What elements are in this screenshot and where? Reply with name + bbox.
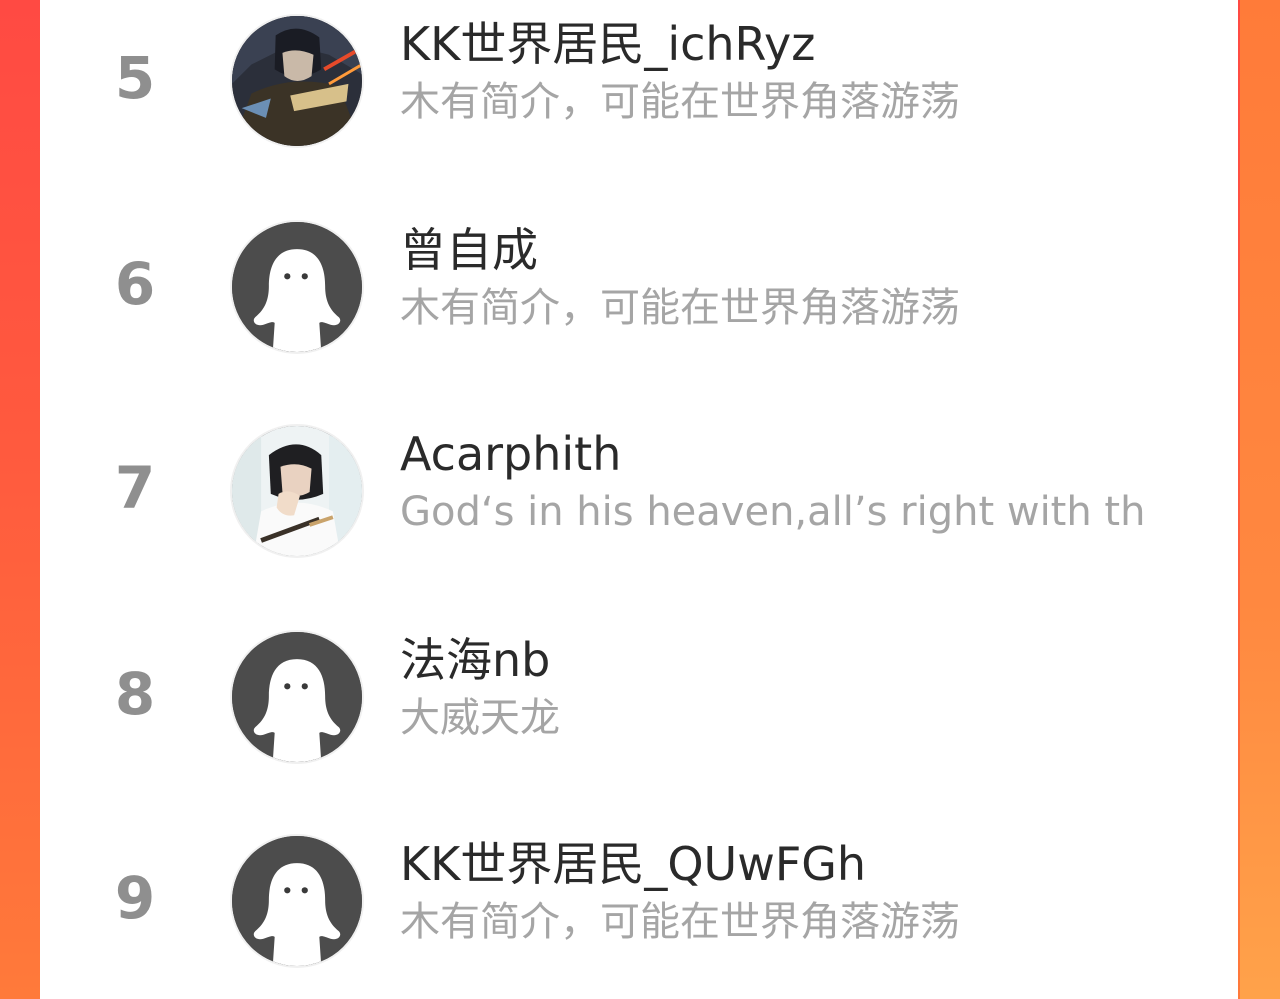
rank-number: 9 (114, 864, 156, 932)
default-ghost-avatar-icon (232, 632, 362, 762)
leaderboard-row[interactable]: 9 KK世界居民_QUwFGh 木有简介，可能在世界角落游荡 (40, 826, 1238, 976)
background-right-gradient (1240, 0, 1280, 999)
default-ghost-avatar-icon (232, 836, 362, 966)
user-bio: 大威天龙 (400, 695, 560, 741)
avatar[interactable] (230, 14, 364, 148)
user-name: KK世界居民_ichRyz (400, 17, 816, 71)
avatar[interactable] (230, 424, 364, 558)
leaderboard-panel: 5 KK世界居民_ichRyz 木有简介，可能在世界角落游荡 6 曾自成 木有简… (40, 0, 1238, 999)
user-name: KK世界居民_QUwFGh (400, 837, 867, 891)
user-name: 曾自成 (400, 223, 538, 277)
rank-number: 7 (114, 454, 156, 522)
leaderboard-row[interactable]: 6 曾自成 木有简介，可能在世界角落游荡 (40, 212, 1238, 362)
leaderboard-row[interactable]: 8 法海nb 大威天龙 (40, 622, 1238, 772)
rank-number: 6 (114, 250, 156, 318)
rank-number: 5 (114, 44, 156, 112)
user-bio: God‘s in his heaven,all’s right with th (400, 489, 1146, 535)
avatar[interactable] (230, 834, 364, 968)
avatar[interactable] (230, 220, 364, 354)
avatar[interactable] (230, 630, 364, 764)
user-bio: 木有简介，可能在世界角落游荡 (400, 899, 960, 945)
leaderboard-row[interactable]: 5 KK世界居民_ichRyz 木有简介，可能在世界角落游荡 (40, 6, 1238, 156)
rank-number: 8 (114, 660, 156, 728)
anime-character-avatar-icon (232, 16, 362, 146)
user-bio: 木有简介，可能在世界角落游荡 (400, 79, 960, 125)
user-name: Acarphith (400, 427, 622, 481)
default-ghost-avatar-icon (232, 222, 362, 352)
user-name: 法海nb (400, 633, 551, 687)
user-bio: 木有简介，可能在世界角落游荡 (400, 285, 960, 331)
leaderboard-row[interactable]: 7 Acarphith God‘s in his heaven,all’s ri… (40, 416, 1238, 566)
person-photo-avatar-icon (232, 426, 362, 556)
